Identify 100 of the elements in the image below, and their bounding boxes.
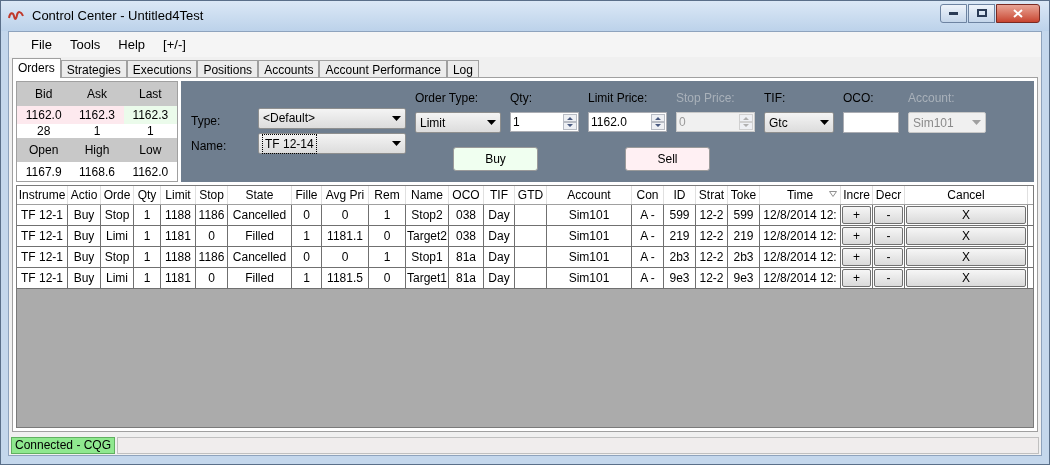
table-cell-text: 2b3 [669, 249, 690, 266]
column-header[interactable]: Strat [696, 186, 728, 204]
column-header[interactable]: Limit [161, 186, 196, 204]
input-field[interactable] [843, 112, 899, 133]
table-cell-text: Cancelled [232, 207, 287, 224]
table-cell-text: A - [640, 270, 655, 287]
grid-button[interactable]: + [842, 227, 871, 245]
quote-value: 1167.9 [24, 163, 63, 181]
dropdown-caret-icon [392, 115, 401, 121]
table-cell-text: 038 [456, 207, 476, 224]
grid-button[interactable]: X [906, 248, 1026, 266]
tab[interactable]: Accounts [258, 60, 320, 77]
grid-button[interactable]: X [906, 227, 1026, 245]
column-header[interactable]: State [228, 186, 292, 204]
minimize-icon [949, 11, 958, 15]
column-header[interactable]: OCO [449, 186, 484, 204]
table-cell-text: 1181.5 [327, 270, 363, 287]
table-cell-text: 0 [383, 228, 391, 245]
column-header[interactable]: Time [760, 186, 841, 204]
table-cell-text: 12-2 [699, 270, 724, 287]
column-header[interactable]: Incre [841, 186, 873, 204]
column-header[interactable]: Name [406, 186, 449, 204]
grid-button[interactable]: + [842, 248, 871, 266]
table-cell-text: TF 12-1 [21, 270, 63, 287]
dropdown-caret-icon [392, 141, 401, 146]
spin-value: 1 [512, 114, 521, 131]
table-cell-text: 599 [733, 207, 754, 224]
table-cell-text: 0 [341, 249, 349, 266]
close-button[interactable] [996, 3, 1040, 23]
column-header[interactable]: Instrume [17, 186, 68, 204]
table-cell-text: A - [640, 249, 655, 266]
table-cell-text: 219 [733, 228, 754, 245]
column-header[interactable]: Con [632, 186, 664, 204]
column-header[interactable]: Toke [728, 186, 760, 204]
type-dropdown[interactable]: <Default> [258, 107, 406, 129]
grid-button[interactable]: X [906, 269, 1026, 287]
table-cell-text: Cancelled [232, 249, 287, 266]
table-cell-text: 1 [143, 249, 151, 266]
table-cell-text: 1188 [165, 207, 191, 224]
table-cell-text: 12-2 [699, 207, 724, 224]
column-header[interactable]: Actio [68, 186, 101, 204]
table-cell-text: 0 [303, 249, 310, 266]
tab[interactable]: Orders [12, 58, 61, 78]
column-header[interactable]: GTD [515, 186, 547, 204]
dropdown[interactable]: Gtc [764, 112, 834, 133]
grid-button[interactable]: + [842, 269, 871, 287]
tab[interactable]: Account Performance [319, 60, 447, 77]
menu-item[interactable]: Help [110, 34, 154, 55]
select-value: <Default> [263, 110, 316, 127]
grid-button[interactable]: + [842, 206, 871, 224]
quote-header: High [83, 142, 111, 159]
column-header[interactable]: Rem [369, 186, 406, 204]
spin-value: 1162.0 [590, 114, 628, 131]
column-header[interactable]: TIF [484, 186, 515, 204]
column-header[interactable]: Avg Pri [322, 186, 369, 204]
column-header[interactable]: Stop [196, 186, 228, 204]
grid-button[interactable]: - [874, 248, 903, 266]
column-header[interactable]: Cancel [905, 186, 1028, 204]
field-label: TIF: [764, 90, 787, 107]
column-header[interactable]: Account [547, 186, 632, 204]
grid-button[interactable]: X [906, 206, 1026, 224]
column-header[interactable]: Qty [134, 186, 161, 204]
column-header[interactable]: ID [664, 186, 696, 204]
tab[interactable]: Log [446, 60, 479, 77]
dropdown[interactable]: Limit [415, 112, 501, 133]
sell-button[interactable]: Sell [625, 147, 710, 171]
spin-arrows-icon [651, 114, 665, 130]
table-cell-text: Day [488, 270, 510, 287]
spin-field[interactable]: 1162.0 [588, 112, 667, 132]
buy-button[interactable]: Buy [453, 147, 538, 171]
restore-icon [976, 9, 987, 17]
tab[interactable]: Executions [126, 60, 198, 77]
name-dropdown[interactable]: TF 12-14 [258, 133, 406, 154]
tab[interactable]: Positions [197, 60, 259, 77]
table-cell-text: Target1 [407, 270, 447, 287]
table-cell-text: Sim101 [568, 228, 610, 245]
table-cell-text: Filled [245, 228, 274, 245]
column-header[interactable]: Decr [873, 186, 905, 204]
sort-arrow-icon [829, 191, 837, 197]
column-header[interactable]: Fille [292, 186, 322, 204]
table-cell-text: Buy [73, 207, 95, 224]
column-header[interactable]: Orde [101, 186, 134, 204]
menu-item[interactable]: [+/-] [155, 34, 194, 55]
minimize-button[interactable] [940, 3, 967, 23]
quote-header: Ask [86, 86, 108, 103]
table-cell-text: TF 12-1 [21, 207, 63, 224]
close-icon [1013, 8, 1023, 18]
grid-button[interactable]: - [874, 227, 903, 245]
table-cell-text: 12-2 [699, 249, 724, 266]
maximize-button[interactable] [968, 3, 995, 23]
quote-header: Last [137, 86, 163, 103]
quote-price: 1162.0 [17, 106, 71, 124]
menu-item[interactable]: Tools [61, 34, 109, 55]
grid-button[interactable]: - [874, 269, 903, 287]
tab[interactable]: Strategies [60, 60, 127, 77]
table-cell-text: Buy [73, 249, 95, 266]
spin-field[interactable]: 1 [510, 112, 579, 132]
menu-item[interactable]: File [23, 34, 60, 55]
table-cell-text: 1 [383, 249, 391, 266]
grid-button[interactable]: - [874, 206, 903, 224]
